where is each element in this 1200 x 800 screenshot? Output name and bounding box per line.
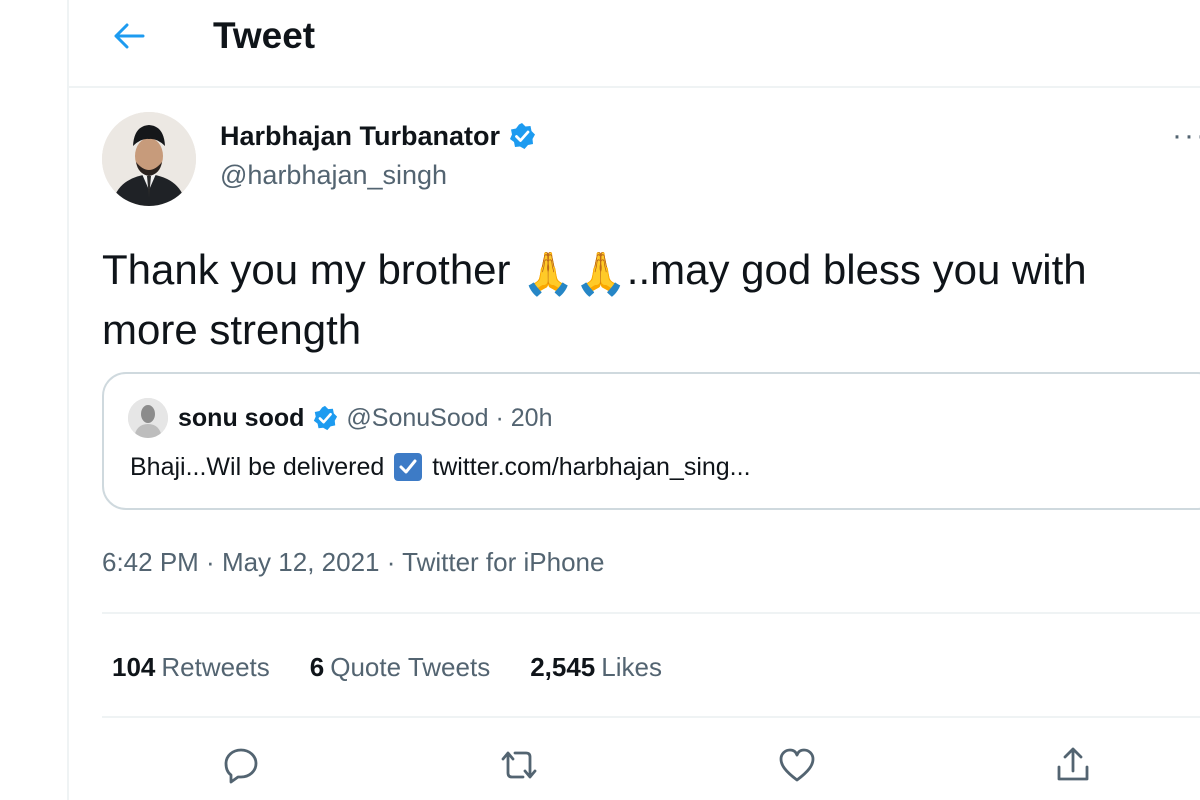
retweets-label: Retweets bbox=[161, 652, 270, 682]
tweet-text-before: Thank you my brother bbox=[102, 246, 523, 293]
avatar-image bbox=[102, 112, 196, 206]
quoted-avatar bbox=[128, 398, 168, 438]
engagement-stats: 104 Retweets 6 Quote Tweets 2,545 Likes bbox=[112, 648, 662, 686]
author-name-row[interactable]: Harbhajan Turbanator bbox=[220, 118, 536, 154]
verified-badge-icon bbox=[510, 123, 536, 149]
arrow-left-icon bbox=[114, 23, 145, 49]
separator: · bbox=[488, 404, 511, 432]
author-handle[interactable]: @harbhajan_singh bbox=[220, 158, 447, 192]
author-avatar[interactable] bbox=[102, 112, 196, 206]
page-header: Tweet bbox=[69, 0, 1200, 88]
share-button[interactable] bbox=[1048, 740, 1098, 790]
quoted-time: 20h bbox=[510, 404, 553, 432]
author-name: Harbhajan Turbanator bbox=[220, 121, 501, 151]
verified-badge-icon bbox=[314, 405, 338, 431]
tweet-date: May 12, 2021 bbox=[221, 547, 380, 577]
likes-label: Likes bbox=[601, 652, 662, 682]
tweet-timestamp: 6:42 PM · May 12, 2021 · Twitter for iPh… bbox=[102, 544, 604, 580]
retweets-stat[interactable]: 104 Retweets bbox=[112, 648, 270, 686]
quoted-name: sonu sood bbox=[178, 404, 305, 432]
retweet-button[interactable] bbox=[494, 740, 544, 790]
retweet-icon bbox=[501, 751, 537, 779]
tweet-text: Thank you my brother 🙏🙏..may god bless y… bbox=[102, 242, 1192, 358]
retweets-count: 104 bbox=[112, 652, 156, 682]
more-options-button[interactable]: ··· bbox=[1172, 118, 1200, 154]
share-icon bbox=[1057, 747, 1089, 781]
quoted-text-row: Bhaji...Wil be delivered twitter.com/har… bbox=[130, 450, 751, 484]
separator: · bbox=[198, 547, 222, 577]
quoted-tweet-card[interactable]: sonu sood @SonuSood · 20h Bhaji...Wil be… bbox=[102, 372, 1200, 510]
quoted-avatar-image bbox=[128, 398, 168, 438]
quote-tweets-label: Quote Tweets bbox=[330, 652, 491, 682]
back-button[interactable] bbox=[107, 14, 151, 58]
reply-button[interactable] bbox=[216, 740, 266, 790]
quoted-link[interactable]: twitter.com/harbhajan_sing... bbox=[432, 450, 750, 484]
quoted-handle: @SonuSood bbox=[346, 404, 489, 432]
quoted-header: sonu sood @SonuSood · 20h bbox=[178, 400, 552, 436]
page-title: Tweet bbox=[213, 15, 316, 56]
quote-tweets-stat[interactable]: 6 Quote Tweets bbox=[310, 648, 490, 686]
divider bbox=[102, 716, 1200, 718]
quoted-text: Bhaji...Wil be delivered bbox=[130, 453, 385, 481]
tweet-time-link[interactable]: 6:42 PM · May 12, 2021 bbox=[102, 547, 380, 577]
reply-icon bbox=[224, 748, 258, 784]
quote-tweets-count: 6 bbox=[309, 652, 325, 682]
divider bbox=[102, 612, 1200, 614]
action-bar bbox=[102, 730, 1200, 800]
folded-hands-emoji: 🙏🙏 bbox=[522, 250, 627, 297]
likes-count: 2,545 bbox=[530, 652, 596, 682]
like-button[interactable] bbox=[772, 740, 822, 790]
like-icon bbox=[779, 748, 815, 782]
likes-stat[interactable]: 2,545 Likes bbox=[530, 648, 662, 686]
tweet-time: 6:42 PM bbox=[102, 547, 199, 577]
check-box-emoji-icon bbox=[394, 453, 423, 481]
left-rail bbox=[0, 0, 69, 800]
separator: · bbox=[379, 547, 403, 577]
tweet-source-link[interactable]: Twitter for iPhone bbox=[402, 547, 604, 577]
